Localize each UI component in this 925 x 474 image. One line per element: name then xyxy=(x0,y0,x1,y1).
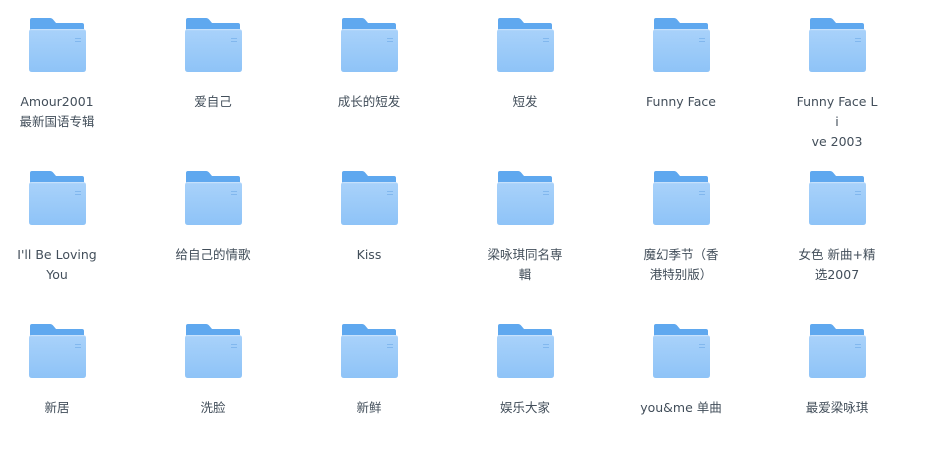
folder-label-line: Funny Face Li xyxy=(796,94,878,129)
folder-item[interactable]: I'll Be Loving You xyxy=(0,153,117,293)
folder-label-line: Amour2001 xyxy=(20,94,94,109)
folder-label-line: 輯 xyxy=(518,267,532,282)
folder-label: 成长的短发 xyxy=(309,92,429,112)
folder-icon xyxy=(184,18,242,72)
folder-label-line: Kiss xyxy=(356,247,382,262)
folder-item[interactable]: Kiss xyxy=(309,153,429,293)
folder-icon xyxy=(340,18,398,72)
folder-icon xyxy=(496,18,554,72)
folder-icon xyxy=(184,171,242,225)
folder-icon xyxy=(652,324,710,378)
folder-label-line: you&me 单曲 xyxy=(640,400,722,415)
folder-label: 梁咏琪同名専輯 xyxy=(465,245,585,285)
folder-icon xyxy=(340,324,398,378)
folder-label-line: 选2007 xyxy=(814,267,860,282)
folder-icon xyxy=(340,171,398,225)
folder-label: 给自己的情歌 xyxy=(153,245,273,265)
folder-label-line: 爱自己 xyxy=(194,94,232,109)
folder-item[interactable]: you&me 单曲 xyxy=(621,306,741,446)
folder-label-line: 女色 新曲+精 xyxy=(798,247,876,262)
folder-label-line: 港特别版） xyxy=(649,267,713,282)
folder-label: I'll Be Loving You xyxy=(0,245,117,285)
folder-item[interactable]: 洗脸 xyxy=(153,306,273,446)
folder-item[interactable]: 梁咏琪同名専輯 xyxy=(465,153,585,293)
folder-label-line: 娱乐大家 xyxy=(499,400,550,415)
folder-icon xyxy=(652,18,710,72)
folder-item[interactable]: Funny Face xyxy=(621,0,741,140)
folder-icon xyxy=(28,324,86,378)
folder-icon xyxy=(652,171,710,225)
folder-label: 最爱梁咏琪 xyxy=(777,398,897,418)
folder-label: you&me 单曲 xyxy=(621,398,741,418)
folder-label-line: 洗脸 xyxy=(200,400,226,415)
folder-label-line: You xyxy=(46,267,68,282)
folder-item[interactable]: Funny Face Li ve 2003 xyxy=(777,0,897,149)
folder-item[interactable]: 新居 xyxy=(0,306,117,446)
folder-label-line: 短发 xyxy=(512,94,538,109)
folder-label-line: Funny Face xyxy=(646,94,716,109)
folder-item[interactable]: 给自己的情歌 xyxy=(153,153,273,293)
folder-item[interactable]: Amour2001 最新国语专辑 xyxy=(0,0,117,140)
folder-icon xyxy=(496,171,554,225)
folder-label-line: 给自己的情歌 xyxy=(175,247,251,262)
folder-label: 娱乐大家 xyxy=(465,398,585,418)
folder-icon xyxy=(28,171,86,225)
folder-item[interactable]: 爱自己 xyxy=(153,0,273,140)
folder-label-line: 新鲜 xyxy=(356,400,382,415)
folder-label: 魔幻季节（香 港特别版） xyxy=(621,245,741,285)
folder-label-line: I'll Be Loving xyxy=(17,247,97,262)
folder-item[interactable]: 新鲜 xyxy=(309,306,429,446)
folder-icon xyxy=(496,324,554,378)
folder-icon xyxy=(808,324,866,378)
folder-label: 女色 新曲+精 选2007 xyxy=(777,245,897,285)
folder-label: Funny Face Li ve 2003 xyxy=(777,92,897,152)
folder-label-line: 新居 xyxy=(44,400,70,415)
folder-grid: Amour2001 最新国语专辑 爱自己 成长的短发 短发 Funny Face Funny… xyxy=(0,0,925,474)
folder-label: 短发 xyxy=(465,92,585,112)
folder-item[interactable]: 魔幻季节（香 港特别版） xyxy=(621,153,741,293)
folder-label: Kiss xyxy=(309,245,429,265)
folder-label-line: 最爱梁咏琪 xyxy=(805,400,869,415)
folder-label-line: 魔幻季节（香 xyxy=(643,247,719,262)
folder-label: Amour2001 最新国语专辑 xyxy=(0,92,117,132)
folder-item[interactable]: 成长的短发 xyxy=(309,0,429,140)
folder-label-line: 梁咏琪同名専 xyxy=(487,247,563,262)
folder-item[interactable]: 最爱梁咏琪 xyxy=(777,306,897,446)
folder-label-line: ve 2003 xyxy=(811,134,863,149)
folder-label-line: 成长的短发 xyxy=(337,94,401,109)
folder-icon xyxy=(808,171,866,225)
folder-item[interactable]: 娱乐大家 xyxy=(465,306,585,446)
folder-icon xyxy=(184,324,242,378)
folder-label: 洗脸 xyxy=(153,398,273,418)
folder-item[interactable]: 女色 新曲+精 选2007 xyxy=(777,153,897,293)
folder-label: Funny Face xyxy=(621,92,741,112)
folder-item[interactable]: 短发 xyxy=(465,0,585,140)
folder-label-line: 最新国语专辑 xyxy=(19,114,95,129)
folder-label: 新鲜 xyxy=(309,398,429,418)
folder-label: 新居 xyxy=(0,398,117,418)
folder-icon xyxy=(808,18,866,72)
folder-icon xyxy=(28,18,86,72)
folder-label: 爱自己 xyxy=(153,92,273,112)
